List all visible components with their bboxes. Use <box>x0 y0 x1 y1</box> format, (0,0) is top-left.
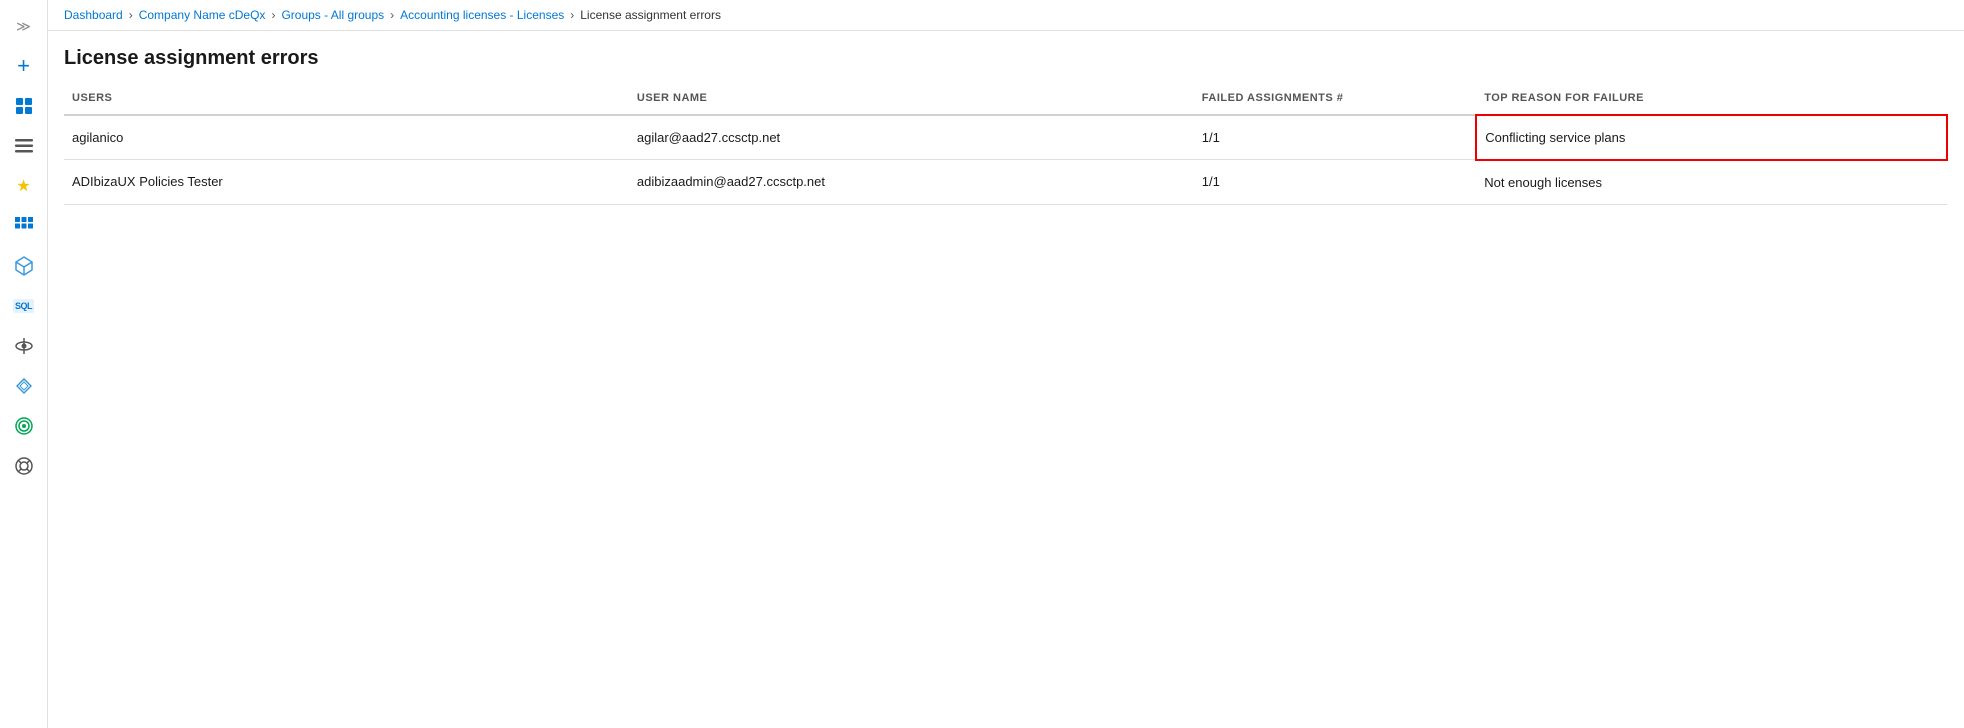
sidebar-dashboard[interactable] <box>6 88 42 124</box>
cell-failed: 1/1 <box>1194 115 1476 160</box>
cell-failed: 1/1 <box>1194 160 1476 205</box>
sidebar-diamond[interactable] <box>6 368 42 404</box>
sidebar-sql[interactable]: SQL <box>6 288 42 324</box>
breadcrumb-sep-3: › <box>390 8 394 22</box>
sidebar-list[interactable] <box>6 128 42 164</box>
sql-icon: SQL <box>13 299 34 313</box>
sidebar-favorites[interactable]: ★ <box>6 168 42 204</box>
dashboard-icon <box>15 97 33 115</box>
apps-icon <box>15 217 33 235</box>
add-icon: + <box>17 55 30 77</box>
breadcrumb-current: License assignment errors <box>580 8 721 22</box>
breadcrumb-company[interactable]: Company Name cDeQx <box>139 8 266 22</box>
cell-reason: Not enough licenses <box>1476 160 1947 205</box>
table-container: USERS USER NAME FAILED ASSIGNMENTS # TOP… <box>48 82 1964 728</box>
cell-users: ADIbizaUX Policies Tester <box>64 160 629 205</box>
table-row[interactable]: ADIbizaUX Policies Testeradibizaadmin@aa… <box>64 160 1947 205</box>
breadcrumb: Dashboard › Company Name cDeQx › Groups … <box>48 0 1964 31</box>
breadcrumb-sep-4: › <box>570 8 574 22</box>
sidebar-support[interactable] <box>6 448 42 484</box>
sidebar-expand[interactable]: ≫ <box>6 8 42 44</box>
col-header-username: USER NAME <box>629 82 1194 115</box>
sidebar-target[interactable] <box>6 408 42 444</box>
expand-icon: ≫ <box>16 18 31 35</box>
col-header-failed: FAILED ASSIGNMENTS # <box>1194 82 1476 115</box>
package-icon <box>15 256 33 276</box>
cell-users: agilanico <box>64 115 629 160</box>
sidebar-add[interactable]: + <box>6 48 42 84</box>
sidebar-orbit[interactable] <box>6 328 42 364</box>
sidebar-apps[interactable] <box>6 208 42 244</box>
page-header: License assignment errors <box>48 31 1964 82</box>
support-icon <box>15 457 33 475</box>
page-title: License assignment errors <box>64 47 1948 70</box>
list-icon <box>15 139 33 153</box>
breadcrumb-dashboard[interactable]: Dashboard <box>64 8 123 22</box>
table-row[interactable]: agilanicoagilar@aad27.ccsctp.net1/1Confl… <box>64 115 1947 160</box>
breadcrumb-licenses[interactable]: Accounting licenses - Licenses <box>400 8 564 22</box>
sidebar: ≫ + ★ <box>0 0 48 728</box>
cell-username: adibizaadmin@aad27.ccsctp.net <box>629 160 1194 205</box>
favorites-icon: ★ <box>16 176 30 196</box>
diamond-icon <box>16 378 32 394</box>
col-header-reason: TOP REASON FOR FAILURE <box>1476 82 1947 115</box>
col-header-users: USERS <box>64 82 629 115</box>
main-content: Dashboard › Company Name cDeQx › Groups … <box>48 0 1964 728</box>
license-errors-table: USERS USER NAME FAILED ASSIGNMENTS # TOP… <box>64 82 1948 205</box>
breadcrumb-sep-1: › <box>129 8 133 22</box>
table-header-row: USERS USER NAME FAILED ASSIGNMENTS # TOP… <box>64 82 1947 115</box>
cell-reason: Conflicting service plans <box>1476 115 1947 160</box>
breadcrumb-sep-2: › <box>271 8 275 22</box>
target-icon <box>15 417 33 435</box>
breadcrumb-groups[interactable]: Groups - All groups <box>281 8 384 22</box>
cell-username: agilar@aad27.ccsctp.net <box>629 115 1194 160</box>
orbit-icon <box>15 337 33 355</box>
sidebar-package[interactable] <box>6 248 42 284</box>
